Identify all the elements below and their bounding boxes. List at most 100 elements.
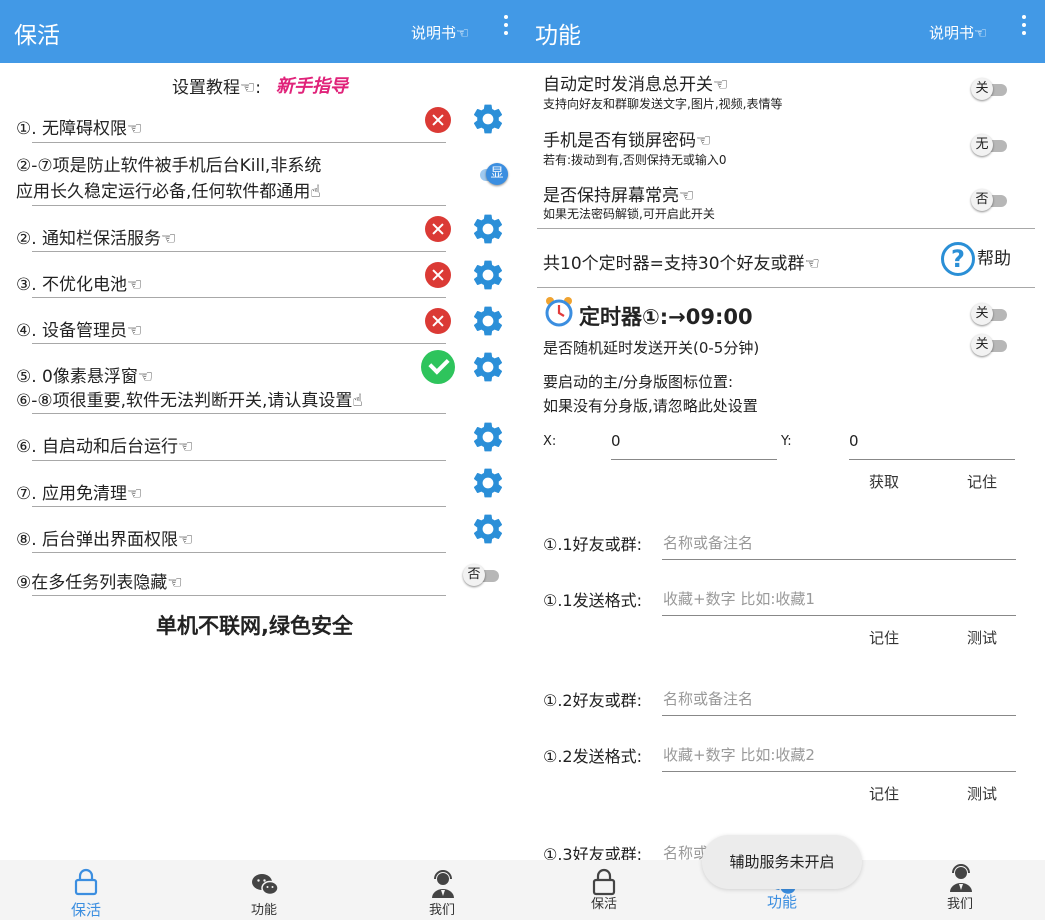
y-input[interactable]: 0 — [849, 432, 859, 450]
gear-icon[interactable] — [470, 419, 506, 455]
error-status-icon — [425, 308, 451, 334]
bottom-nav: 保活 功能 我们 — [0, 860, 521, 920]
input-underline — [662, 715, 1016, 716]
auto-send-toggle[interactable]: 关 — [971, 78, 1011, 100]
screen-on-desc: 如果无法密码解锁,可开启此开关 — [543, 207, 715, 221]
check-status-icon — [421, 350, 455, 384]
keepalive-note-line1: ②-⑦项是防止软件被手机后台Kill,非系统 — [16, 156, 322, 176]
keepalive-screen: 保活 说明书☜ 设置教程☜: 新手指导 ①. 无障碍权限☜ ②-⑦项是防止软件被… — [0, 0, 521, 920]
x-label: X: — [543, 434, 557, 449]
divider — [32, 343, 446, 344]
divider — [32, 460, 446, 461]
timer-toggle[interactable]: 关 — [971, 303, 1011, 325]
nav-keepalive[interactable]: 保活 — [544, 860, 664, 920]
get-position-button[interactable]: 获取 — [869, 471, 899, 492]
beginner-guide-link[interactable]: 新手指导 — [276, 72, 348, 98]
autostart-item[interactable]: ⑥. 自启动和后台运行☜ — [16, 432, 193, 457]
lock-password-title: 手机是否有锁屏密码☜ — [543, 131, 712, 151]
divider — [537, 287, 1035, 288]
toast-message: 辅助服务未开启 — [702, 835, 862, 889]
more-menu-icon[interactable] — [503, 15, 509, 39]
test-button[interactable]: 测试 — [967, 627, 997, 648]
y-label: Y: — [781, 434, 792, 449]
safety-statement: 单机不联网,绿色安全 — [156, 614, 353, 638]
gear-icon[interactable] — [470, 303, 506, 339]
divider — [32, 506, 446, 507]
nav-about[interactable]: 我们 — [900, 860, 1020, 920]
hide-recents-item: ⑨在多任务列表隐藏☜ — [16, 573, 183, 593]
nav-about[interactable]: 我们 — [382, 860, 502, 920]
error-status-icon — [425, 107, 451, 133]
page-title: 保活 — [14, 23, 60, 49]
support-agent-icon — [950, 864, 972, 892]
show-toggle[interactable]: 显 — [472, 163, 512, 185]
y-input-underline — [849, 459, 1015, 460]
input-underline — [662, 615, 1016, 616]
remember-button[interactable]: 记住 — [869, 783, 899, 804]
gear-icon[interactable] — [470, 211, 506, 247]
nav-features[interactable]: 功能 — [204, 860, 324, 920]
error-status-icon — [425, 216, 451, 242]
background-popup-item[interactable]: ⑧. 后台弹出界面权限☜ — [16, 525, 193, 550]
manual-button[interactable]: 说明书☜ — [411, 22, 469, 43]
tutorial-label: 设置教程☜: — [172, 78, 261, 98]
hide-recents-toggle[interactable]: 否 — [463, 564, 503, 586]
remember-button[interactable]: 记住 — [869, 627, 899, 648]
auto-send-switch-title: 自动定时发消息总开关☜ — [543, 75, 729, 95]
x-input-underline — [611, 459, 777, 460]
screen-on-title: 是否保持屏幕常亮☜ — [543, 186, 695, 206]
page-title: 功能 — [535, 23, 581, 49]
random-delay-toggle[interactable]: 关 — [971, 334, 1011, 356]
battery-optimization-item[interactable]: ③. 不优化电池☜ — [16, 270, 142, 295]
nav-keepalive[interactable]: 保活 — [26, 860, 146, 920]
friend-input[interactable]: 名称或备注名 — [663, 688, 753, 709]
support-agent-icon — [432, 870, 454, 898]
divider — [32, 595, 446, 596]
format-label: ①.1发送格式: — [543, 591, 643, 610]
random-delay-label: 是否随机延时发送开关(0-5分钟) — [543, 339, 760, 357]
friend-label: ①.2好友或群: — [543, 691, 643, 710]
format-input[interactable]: 收藏+数字 比如:收藏2 — [663, 744, 815, 765]
timers-summary: 共10个定时器=支持30个好友或群☜ — [543, 254, 820, 274]
lock-password-toggle[interactable]: 无 — [971, 134, 1011, 156]
floating-window-item[interactable]: ⑤. 0像素悬浮窗☜ — [16, 362, 153, 387]
remember-position-button[interactable]: 记住 — [967, 471, 997, 492]
help-label[interactable]: 帮助 — [977, 244, 1011, 269]
keepalive-note-line2: 应用长久稳定运行必备,任何软件都通用☝ — [16, 182, 321, 202]
friend-input[interactable]: 名称或备注名 — [663, 532, 753, 553]
alarm-clock-icon — [545, 297, 573, 327]
features-screen: 功能 说明书☜ 自动定时发消息总开关☜ 支持向好友和群聊发送文字,图片,视频,表… — [521, 0, 1045, 920]
friend-label: ①.1好友或群: — [543, 535, 643, 554]
gear-icon[interactable] — [470, 101, 506, 137]
divider — [32, 142, 446, 143]
format-label: ①.2发送格式: — [543, 747, 643, 766]
app-bar: 保活 说明书☜ — [0, 0, 521, 63]
gear-icon[interactable] — [470, 465, 506, 501]
gear-icon[interactable] — [470, 257, 506, 293]
icon-position-label: 要启动的主/分身版图标位置: — [543, 373, 734, 391]
gear-icon[interactable] — [470, 349, 506, 385]
help-icon[interactable]: ? — [941, 242, 975, 276]
divider — [32, 413, 446, 414]
more-menu-icon[interactable] — [1021, 15, 1027, 39]
app-bar: 功能 说明书☜ — [521, 0, 1045, 63]
format-input[interactable]: 收藏+数字 比如:收藏1 — [663, 588, 815, 609]
gear-icon[interactable] — [470, 511, 506, 547]
x-input[interactable]: 0 — [611, 432, 621, 450]
divider — [537, 228, 1035, 229]
icon-position-hint: 如果没有分身版,请忽略此处设置 — [543, 397, 758, 415]
wechat-icon — [252, 874, 279, 896]
accessibility-permission-item[interactable]: ①. 无障碍权限☜ — [16, 114, 142, 139]
lock-password-desc: 若有:拨动到有,否则保持无或输入0 — [543, 153, 727, 167]
input-underline — [662, 559, 1016, 560]
screen-on-toggle[interactable]: 否 — [971, 189, 1011, 211]
divider — [32, 251, 446, 252]
notification-keepalive-item[interactable]: ②. 通知栏保活服务☜ — [16, 224, 176, 249]
lock-icon — [74, 868, 98, 896]
auto-send-switch-desc: 支持向好友和群聊发送文字,图片,视频,表情等 — [543, 97, 783, 111]
device-admin-item[interactable]: ④. 设备管理员☜ — [16, 316, 142, 341]
divider — [32, 552, 446, 553]
no-clean-item[interactable]: ⑦. 应用免清理☜ — [16, 479, 142, 504]
manual-button[interactable]: 说明书☜ — [929, 22, 987, 43]
test-button[interactable]: 测试 — [967, 783, 997, 804]
